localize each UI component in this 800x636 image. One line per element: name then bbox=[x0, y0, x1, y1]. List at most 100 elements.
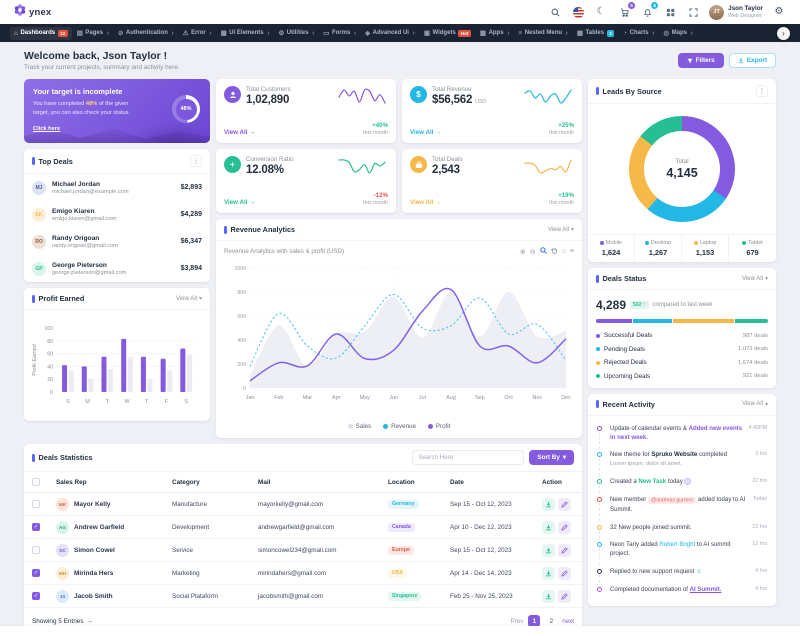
nav-item-maps[interactable]: ◎ Maps › bbox=[659, 26, 696, 40]
download-action-icon[interactable] bbox=[542, 566, 555, 580]
top-deals-title: Top Deals bbox=[32, 157, 73, 166]
dark-mode-icon[interactable]: ☾ bbox=[594, 5, 608, 19]
download-action-icon[interactable] bbox=[542, 543, 555, 557]
nav-item-dashboards[interactable]: ⌂ Dashboards 12 bbox=[10, 26, 72, 40]
tables-icon: ▦ bbox=[576, 30, 584, 37]
edit-action-icon[interactable] bbox=[558, 497, 571, 511]
nav-item-tables[interactable]: ▦ Tables 3 bbox=[573, 26, 618, 40]
download-action-icon[interactable] bbox=[542, 520, 555, 534]
nav-item-utilities[interactable]: ⚙ Utilities › bbox=[274, 26, 318, 40]
nav-item-pages[interactable]: ▤ Pages › bbox=[73, 26, 113, 40]
user-menu[interactable]: JT Json Taylor Web Designer bbox=[709, 4, 763, 20]
download-action-icon[interactable] bbox=[542, 589, 555, 603]
legend-item-sales[interactable]: Sales bbox=[347, 423, 371, 430]
row-checkbox[interactable]: ✓ bbox=[32, 569, 40, 577]
nav-item-apps[interactable]: ▩ Apps › bbox=[476, 26, 514, 40]
row-checkbox[interactable] bbox=[32, 546, 40, 554]
activity-list: Update of calendar events & Added new ev… bbox=[588, 416, 776, 607]
location-badge: Europe bbox=[388, 545, 414, 555]
column-header-mail[interactable]: Mail bbox=[250, 472, 380, 493]
search-input[interactable] bbox=[412, 450, 525, 465]
view-all-link[interactable]: View All → bbox=[224, 129, 256, 136]
row-checkbox[interactable] bbox=[32, 500, 40, 508]
profit-view-all[interactable]: View All ▾ bbox=[176, 295, 202, 303]
deals-status-view-all[interactable]: View All ▾ bbox=[742, 275, 768, 283]
recent-activity-view-all[interactable]: View All ▾ bbox=[742, 401, 768, 408]
view-all-link[interactable]: View All → bbox=[224, 199, 256, 206]
nav-scroll-next-icon[interactable]: › bbox=[777, 26, 790, 40]
more-options-icon[interactable]: ⋮ bbox=[756, 85, 768, 97]
download-action-icon[interactable] bbox=[542, 497, 555, 511]
avatar: MK bbox=[56, 497, 69, 511]
cart-badge: 5 bbox=[628, 2, 636, 9]
leads-legend-desktop: Desktop 1,267 bbox=[635, 235, 682, 262]
column-header-date[interactable]: Date bbox=[442, 472, 534, 493]
conversion-ratio-card: + Conversion Ratio 12.08% View All → -12%… bbox=[216, 149, 396, 213]
status-bar-segment bbox=[672, 319, 734, 323]
top-deal-row[interactable]: MJ Michael Jordan michael.jordan@example.c… bbox=[24, 174, 210, 201]
row-checkbox[interactable]: ✓ bbox=[32, 592, 40, 600]
svg-text:S: S bbox=[66, 399, 70, 405]
pagination-prev[interactable]: Prev bbox=[511, 618, 524, 625]
column-header-action[interactable]: Action bbox=[534, 472, 582, 493]
language-flag-icon[interactable] bbox=[571, 5, 585, 19]
filters-button[interactable]: Filters bbox=[677, 53, 724, 68]
export-button[interactable]: Export bbox=[728, 53, 776, 68]
settings-gear-icon[interactable]: ⚙ bbox=[772, 5, 786, 19]
zoom-out-icon[interactable]: ⊖ bbox=[530, 248, 536, 256]
nav-item-authentication[interactable]: ⊘ Authentication › bbox=[114, 26, 178, 40]
legend-item-revenue[interactable]: Revenue bbox=[383, 423, 416, 430]
apps-grid-icon[interactable] bbox=[663, 5, 677, 19]
nav-item-ui-elements[interactable]: ▦ Ui Elements › bbox=[217, 26, 274, 40]
edit-action-icon[interactable] bbox=[558, 543, 571, 557]
edit-action-icon[interactable] bbox=[558, 566, 571, 580]
top-deal-row[interactable]: RO Randy Origoan randy.origoan@gmail.com $6… bbox=[24, 228, 210, 255]
page-title: Welcome back, Json Taylor ! bbox=[24, 50, 168, 62]
search-icon[interactable] bbox=[548, 5, 562, 19]
notifications-icon[interactable]: 6 bbox=[640, 2, 659, 19]
column-header-sales-rep[interactable]: Sales Rep bbox=[48, 472, 164, 493]
dashboard-page: ynex ☾ 5 6 JT Json Taylor Web Designer ⚙… bbox=[0, 0, 800, 636]
zoom-in-icon[interactable]: ⊕ bbox=[520, 248, 526, 256]
app-logo[interactable]: ynex bbox=[14, 3, 51, 21]
nav-item-widgets[interactable]: ▣ Widgets Hot bbox=[420, 26, 475, 40]
pagination-next[interactable]: next bbox=[562, 618, 574, 625]
nav-item-forms[interactable]: ▭ Forms › bbox=[319, 26, 360, 40]
right-column: Leads By Source ⋮ Total 4,145 Mobile 1,62… bbox=[588, 79, 776, 607]
cart-icon[interactable]: 5 bbox=[617, 2, 636, 19]
row-checkbox[interactable]: ✓ bbox=[32, 523, 40, 531]
revenue-view-all[interactable]: View All ▾ bbox=[548, 226, 574, 234]
edit-action-icon[interactable] bbox=[558, 589, 571, 603]
top-deal-row[interactable]: EK Emigo Kiaren emigo.kiaren@gmail.com $4,2… bbox=[24, 201, 210, 228]
nav-item-advanced-ui[interactable]: ◈ Advanced Ui › bbox=[361, 26, 419, 40]
deals-icon bbox=[410, 156, 427, 173]
target-click-here-link[interactable]: Click here bbox=[33, 126, 60, 132]
page-footer bbox=[0, 626, 800, 636]
more-options-icon[interactable]: ⋮ bbox=[190, 155, 202, 168]
top-deal-row[interactable]: GP George Pieterson george.pieterson@gmail… bbox=[24, 255, 210, 282]
svg-text:Mar: Mar bbox=[303, 395, 312, 401]
select-all-checkbox[interactable] bbox=[32, 478, 40, 486]
column-header-location[interactable]: Location bbox=[380, 472, 442, 493]
fullscreen-icon[interactable] bbox=[686, 5, 700, 19]
us-flag-icon bbox=[572, 6, 584, 18]
home-icon[interactable]: ⌂ bbox=[562, 248, 566, 255]
pan-icon[interactable] bbox=[550, 247, 558, 256]
selection-zoom-icon[interactable] bbox=[539, 247, 547, 256]
nav-item-charts[interactable]: ◔ Charts › bbox=[619, 27, 658, 40]
edit-action-icon[interactable] bbox=[558, 520, 571, 534]
legend-dot bbox=[644, 241, 649, 245]
legend-item-profit[interactable]: Profit bbox=[427, 423, 450, 430]
svg-text:100: 100 bbox=[44, 326, 53, 332]
activity-text: Completed documentation of AI Summit. bbox=[610, 585, 722, 593]
nav-item-error[interactable]: ⚠ Error › bbox=[179, 26, 216, 40]
view-all-link[interactable]: View All → bbox=[410, 129, 442, 136]
svg-text:Oct: Oct bbox=[504, 395, 513, 401]
sort-by-button[interactable]: Sort By ▾ bbox=[529, 450, 574, 465]
menu-icon[interactable]: ≡ bbox=[570, 248, 574, 255]
column-header-category[interactable]: Category bbox=[164, 472, 250, 493]
date-cell: Feb 25 - Nov 25, 2023 bbox=[442, 584, 534, 608]
view-all-link[interactable]: View All → bbox=[410, 199, 442, 206]
chart-legend: Sales Revenue Profit bbox=[224, 421, 574, 433]
nav-item-nested-menu[interactable]: ≡ Nested Menu › bbox=[514, 27, 571, 40]
